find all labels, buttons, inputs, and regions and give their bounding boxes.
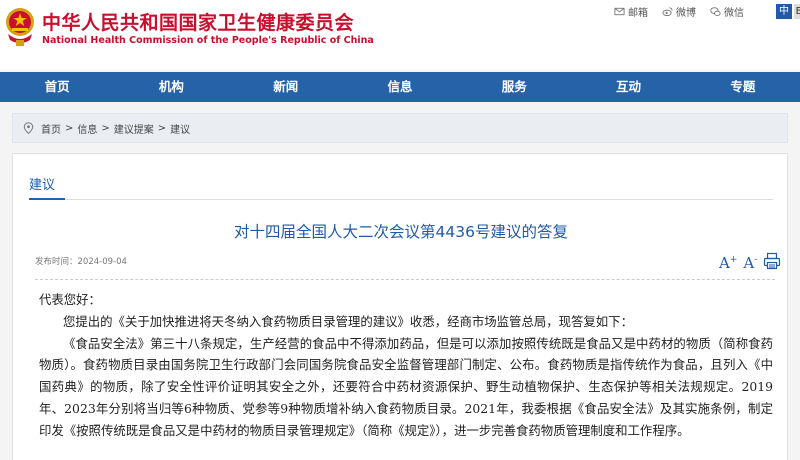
section-divider-accent	[29, 198, 65, 200]
weibo-link[interactable]: 微博	[662, 4, 696, 19]
lang-en-button[interactable]: En	[794, 4, 800, 19]
breadcrumb-separator: >	[157, 122, 167, 134]
mail-link[interactable]: 邮箱	[614, 4, 648, 19]
breadcrumb-separator: >	[65, 122, 74, 134]
body-paragraph: 您提出的《关于加快推进将天冬纳入食药物质目录管理的建议》收悉，经商市场监管总局，…	[63, 313, 633, 329]
lang-cn-button[interactable]: 中	[776, 4, 792, 19]
page: 中华人民共和国国家卫生健康委员会 National Health Commiss…	[0, 0, 800, 460]
nav-item-home[interactable]: 首页	[0, 72, 114, 102]
wechat-link[interactable]: 微信	[710, 4, 744, 19]
breadcrumb-information[interactable]: 信息	[77, 121, 97, 136]
publish-info: 发布时间：2024-09-04	[35, 255, 127, 267]
font-increase-sign: +	[729, 255, 738, 265]
font-decrease-button[interactable]: A-	[743, 254, 757, 272]
section-divider	[29, 199, 773, 200]
article-tools: A+ A-	[719, 252, 781, 274]
font-increase-letter: A	[719, 254, 730, 272]
wechat-icon	[710, 7, 721, 16]
site-title-cn[interactable]: 中华人民共和国国家卫生健康委员会	[42, 8, 354, 35]
main-nav: 首页 机构 新闻 信息 服务 互动 专题	[0, 72, 800, 102]
nav-item-organization[interactable]: 机构	[114, 72, 228, 102]
article-divider	[35, 279, 775, 280]
breadcrumb-suggestions[interactable]: 建议	[170, 121, 190, 136]
nav-item-services[interactable]: 服务	[457, 72, 571, 102]
site-header: 中华人民共和国国家卫生健康委员会 National Health Commiss…	[0, 0, 800, 70]
weibo-icon	[662, 7, 673, 17]
mail-icon	[614, 7, 625, 16]
weibo-label: 微博	[676, 8, 696, 19]
breadcrumb-home[interactable]: 首页	[41, 121, 61, 136]
font-decrease-sign: -	[754, 255, 758, 265]
nav-item-interaction[interactable]: 互动	[571, 72, 685, 102]
article-body: 代表您好： 您提出的《关于加快推进将天冬纳入食药物质目录管理的建议》收悉，经商市…	[39, 289, 773, 442]
mail-label: 邮箱	[628, 8, 648, 19]
publish-label: 发布时间：	[35, 257, 78, 267]
wechat-label: 微信	[724, 8, 744, 19]
nav-item-news[interactable]: 新闻	[229, 72, 343, 102]
nav-item-topics[interactable]: 专题	[686, 72, 800, 102]
body-paragraph: 《食品安全法》第三十八条规定，生产经营的食品中不得添加药品，但是可以添加按照传统…	[39, 335, 773, 438]
section-title: 建议	[29, 178, 56, 193]
font-decrease-letter: A	[743, 254, 755, 272]
breadcrumb: 首页 > 信息 > 建议提案 > 建议	[12, 113, 788, 143]
top-links: 邮箱 微博 微信 中 En	[614, 4, 800, 19]
print-button[interactable]	[763, 252, 781, 274]
breadcrumb-separator: >	[101, 122, 110, 134]
font-increase-button[interactable]: A+	[719, 254, 737, 272]
location-pin-icon	[23, 122, 34, 134]
content-card: 建议 对十四届全国人大二次会议第4436号建议的答复 发布时间：2024-09-…	[12, 153, 788, 460]
publish-date: 2024-09-04	[77, 257, 127, 267]
nav-item-information[interactable]: 信息	[343, 72, 457, 102]
salutation: 代表您好：	[39, 292, 101, 307]
print-icon	[764, 252, 781, 270]
breadcrumb-proposals[interactable]: 建议提案	[114, 121, 154, 136]
article-title: 对十四届全国人大二次会议第4436号建议的答复	[234, 223, 568, 241]
site-title-en: National Health Commission of the People…	[42, 35, 374, 46]
language-switch: 中 En	[776, 4, 800, 19]
national-emblem-icon[interactable]	[4, 4, 36, 48]
